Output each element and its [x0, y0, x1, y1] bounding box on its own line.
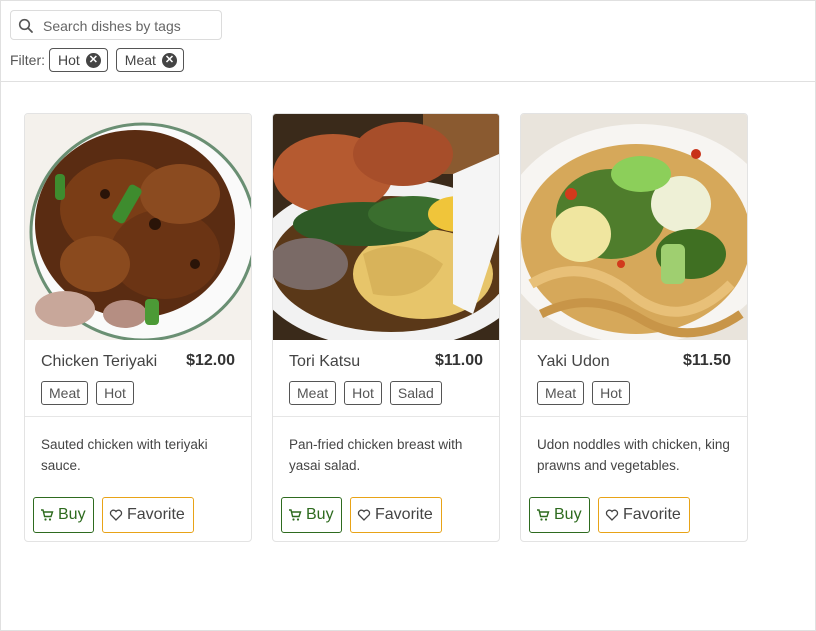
cart-icon — [537, 509, 550, 521]
dish-price: $12.00 — [186, 352, 235, 369]
dish-card: Chicken Teriyaki $12.00 Meat Hot Sauted … — [24, 113, 252, 542]
search-box[interactable] — [10, 10, 222, 40]
heart-icon — [605, 509, 619, 521]
dish-card: Yaki Udon $11.50 Meat Hot Udon noddles w… — [520, 113, 748, 542]
heart-icon — [357, 509, 371, 521]
filter-bar: Filter: Hot ✕ Meat ✕ — [10, 48, 192, 72]
dish-tag[interactable]: Salad — [389, 381, 442, 405]
dish-description: Pan-fried chicken breast with yasai sala… — [289, 437, 463, 473]
card-divider — [25, 416, 251, 417]
dish-tag[interactable]: Hot — [592, 381, 630, 405]
dish-photo — [25, 114, 251, 340]
favorite-button[interactable]: Favorite — [598, 497, 690, 533]
toolbar: Filter: Hot ✕ Meat ✕ — [0, 0, 816, 82]
filter-chip-meat: Meat ✕ — [115, 48, 184, 72]
favorite-label: Favorite — [623, 506, 681, 523]
filter-chip-label: Meat — [124, 52, 156, 68]
dish-description: Udon noddles with chicken, king prawns a… — [537, 437, 730, 473]
card-divider — [273, 416, 499, 417]
dish-name: Tori Katsu — [289, 353, 361, 370]
dish-photo — [521, 114, 747, 340]
buy-button[interactable]: Buy — [33, 497, 94, 533]
dish-tag[interactable]: Hot — [96, 381, 134, 405]
favorite-button[interactable]: Favorite — [350, 497, 442, 533]
remove-filter-icon[interactable]: ✕ — [161, 52, 177, 68]
dish-tag[interactable]: Meat — [41, 381, 89, 405]
search-input[interactable] — [43, 16, 219, 36]
remove-filter-icon[interactable]: ✕ — [85, 52, 101, 68]
filter-label: Filter: — [10, 52, 45, 68]
cart-icon — [41, 509, 54, 521]
buy-label: Buy — [58, 506, 86, 523]
dish-description: Sauted chicken with teriyaki sauce. — [41, 437, 208, 473]
search-icon — [18, 18, 33, 33]
card-divider — [521, 416, 747, 417]
dish-price: $11.50 — [682, 352, 731, 369]
dish-tags: Meat Hot — [537, 381, 638, 405]
filter-chip-label: Hot — [58, 52, 80, 68]
dish-tags: Meat Hot — [41, 381, 142, 405]
dish-name: Yaki Udon — [537, 353, 610, 370]
cart-icon — [289, 509, 302, 521]
dish-name: Chicken Teriyaki — [41, 353, 158, 370]
dish-tag[interactable]: Meat — [537, 381, 585, 405]
filter-chip-hot: Hot ✕ — [49, 48, 108, 72]
buy-label: Buy — [306, 506, 334, 523]
dish-tag[interactable]: Meat — [289, 381, 337, 405]
buy-button[interactable]: Buy — [281, 497, 342, 533]
buy-label: Buy — [554, 506, 582, 523]
dish-tag[interactable]: Hot — [344, 381, 382, 405]
dish-price: $11.00 — [434, 352, 483, 369]
buy-button[interactable]: Buy — [529, 497, 590, 533]
favorite-button[interactable]: Favorite — [102, 497, 194, 533]
heart-icon — [109, 509, 123, 521]
favorite-label: Favorite — [375, 506, 433, 523]
dish-tags: Meat Hot Salad — [289, 381, 450, 405]
dish-photo — [273, 114, 499, 340]
dish-card: Tori Katsu $11.00 Meat Hot Salad Pan-fri… — [272, 113, 500, 542]
favorite-label: Favorite — [127, 506, 185, 523]
